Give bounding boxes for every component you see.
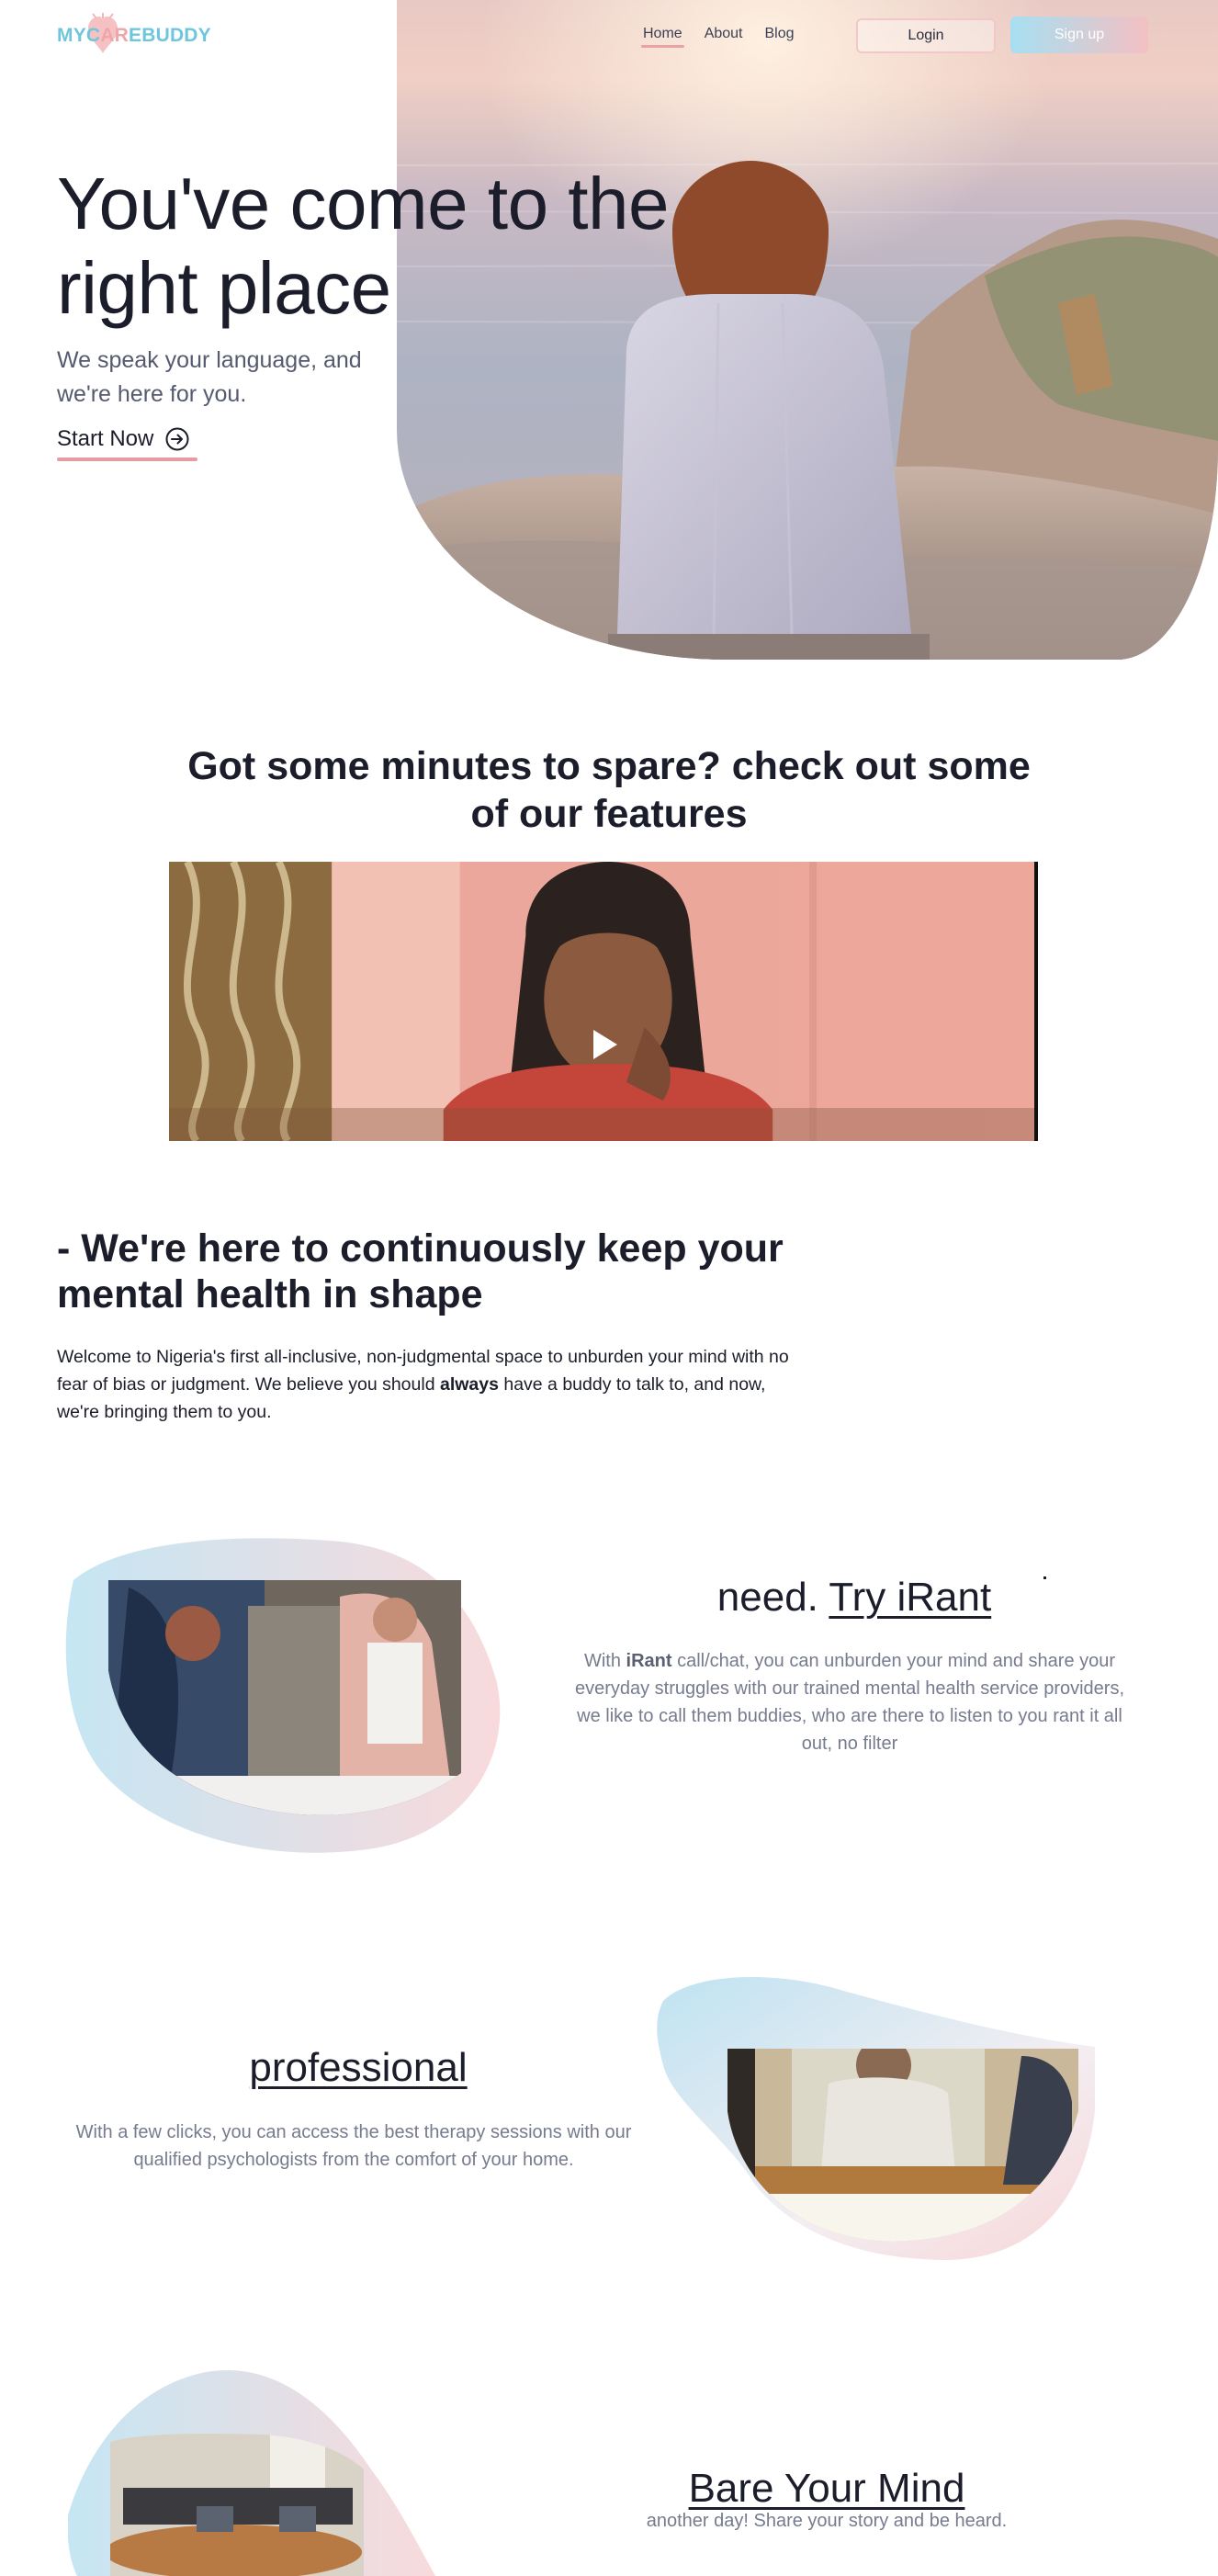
logo-text-part2: AR [100, 25, 129, 46]
irant-heading-tick [1043, 1576, 1046, 1579]
start-now-link[interactable]: Start Now [57, 426, 198, 461]
professional-heading: professional [92, 2045, 625, 2091]
main-nav: Home About Blog [641, 26, 795, 48]
bare-mind-heading: Bare Your Mind [551, 2466, 1102, 2512]
nav-blog[interactable]: Blog [765, 26, 795, 48]
logo-text-part3: EBUDDY [129, 25, 211, 46]
irant-heading: need. Try iRant [588, 1575, 1121, 1621]
professional-image [654, 1973, 1104, 2260]
hero-title-line2: right place [57, 247, 391, 329]
hero-title: You've come to the right place [57, 162, 718, 331]
about-text: Welcome to Nigeria's first all-inclusive… [57, 1343, 792, 1426]
nav-about[interactable]: About [705, 26, 743, 48]
try-irant-link[interactable]: Try iRant [829, 1575, 991, 1620]
site-logo[interactable]: MYC AR EBUDDY [57, 22, 211, 50]
irant-heading-prefix: need. [716, 1575, 829, 1620]
login-button[interactable]: Login [856, 18, 996, 53]
professional-link[interactable]: professional [249, 2045, 467, 2090]
bare-mind-image [68, 2368, 454, 2576]
feature-video[interactable] [169, 862, 1038, 1141]
irant-image [64, 1532, 514, 1863]
hero-subtitle: We speak your language, and we're here f… [57, 347, 362, 407]
site-header: MYC AR EBUDDY Home About Blog Login Sign… [0, 0, 1218, 72]
bare-your-mind-link[interactable]: Bare Your Mind [689, 2466, 965, 2511]
arrow-circle-right-icon [165, 427, 189, 451]
nav-home[interactable]: Home [641, 26, 684, 48]
professional-text: With a few clicks, you can access the be… [75, 2122, 632, 2170]
features-title: Got some minutes to spare? check out som… [187, 744, 1031, 836]
signup-button[interactable]: Sign up [1010, 17, 1148, 53]
play-icon[interactable] [592, 1028, 619, 1061]
irant-text-bold: iRant [626, 1651, 672, 1671]
about-text-bold: always [439, 1374, 499, 1395]
hero-title-line1: You've come to the [57, 163, 670, 244]
irant-text: With iRant call/chat, you can unburden y… [574, 1647, 1125, 1757]
irant-text-part1: With [583, 1651, 626, 1671]
start-now-label: Start Now [57, 426, 154, 451]
about-title: - We're here to continuously keep your m… [57, 1226, 784, 1316]
logo-text-part1: MYC [57, 25, 101, 46]
